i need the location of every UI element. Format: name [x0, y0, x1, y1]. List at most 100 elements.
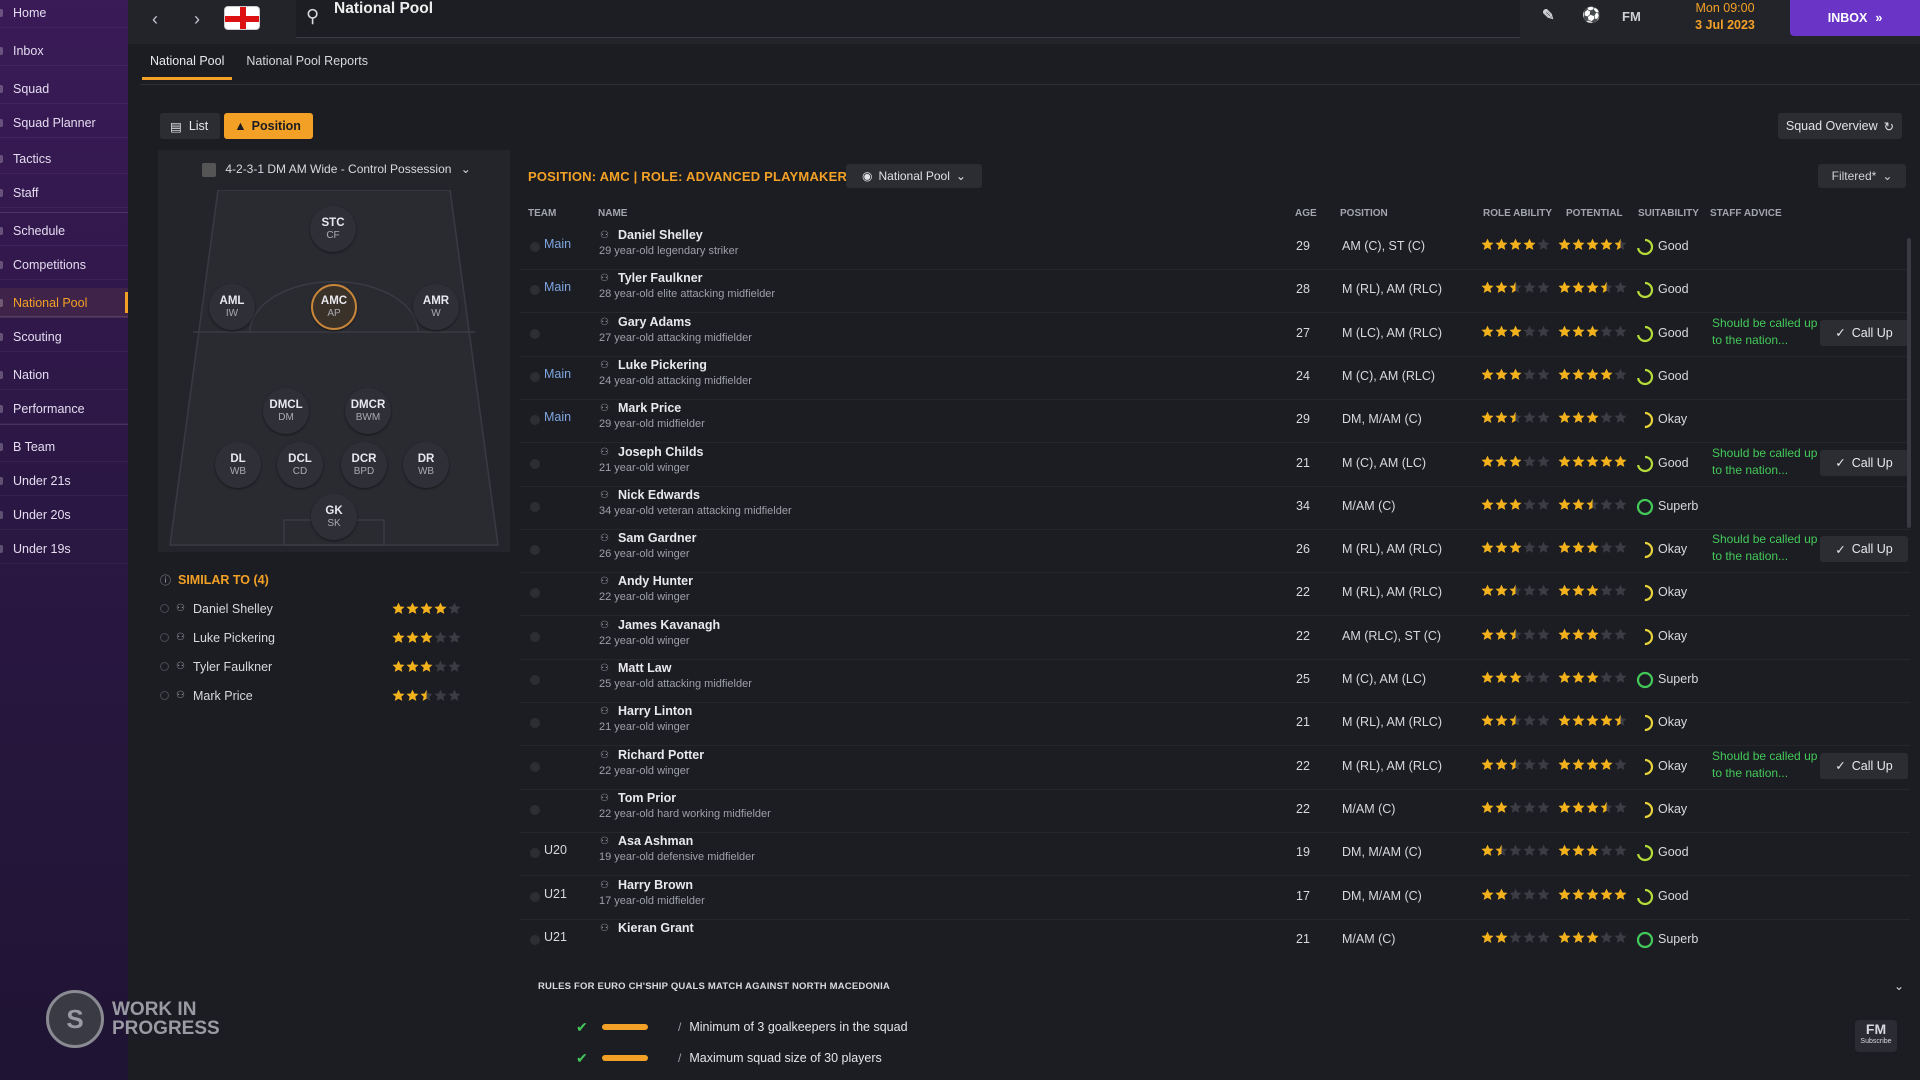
call-up-button[interactable]: ✓ Call Up — [1820, 752, 1908, 779]
player-name[interactable]: Gary Adams — [618, 315, 691, 329]
inbox-continue-button[interactable]: INBOX » — [1790, 0, 1920, 36]
player-name[interactable]: Sam Gardner — [618, 531, 697, 545]
select-circle-icon[interactable] — [160, 604, 169, 613]
edit-pencil-icon[interactable]: ✎ — [1542, 6, 1555, 24]
select-circle-icon[interactable] — [530, 848, 540, 859]
similar-player-name[interactable]: Mark Price — [193, 689, 253, 703]
sidebar-item-home[interactable]: Home — [0, 0, 128, 28]
table-row[interactable]: U20 ⚇ Asa Ashman 19 year-old defensive midf… — [520, 833, 1910, 877]
table-row[interactable]: Main ⚇ Daniel Shelley 29 year-old legendary… — [520, 227, 1910, 270]
select-circle-icon[interactable] — [530, 242, 540, 252]
table-row[interactable]: ⚇ Matt Law 25 year-old attacking midfielde… — [520, 660, 1910, 703]
formation-position-dl[interactable]: DL WB — [215, 442, 261, 488]
table-row[interactable]: ⚇ James Kavanagh 22 year-old winger 22 AM (R… — [520, 617, 1910, 660]
player-name[interactable]: Harry Brown — [618, 878, 693, 892]
player-name[interactable]: Nick Edwards — [618, 488, 700, 502]
filter-dropdown[interactable]: Filtered* ⌄ — [1818, 164, 1906, 188]
fm-menu-icon[interactable]: FM — [1622, 9, 1641, 24]
player-team[interactable]: U21 — [544, 930, 567, 944]
pool-dropdown[interactable]: ◉ National Pool ⌄ — [846, 164, 982, 188]
formation-position-aml[interactable]: AML IW — [209, 284, 255, 330]
select-circle-icon[interactable] — [530, 675, 540, 685]
select-circle-icon[interactable] — [160, 691, 169, 700]
table-row[interactable]: ⚇ Andy Hunter 22 year-old winger 22 M (RL), … — [520, 573, 1910, 617]
col-position[interactable]: POSITION — [1340, 208, 1388, 219]
select-circle-icon[interactable] — [530, 545, 540, 556]
select-circle-icon[interactable] — [530, 458, 540, 469]
call-up-button[interactable]: ✓ Call Up — [1820, 319, 1908, 346]
player-name[interactable]: Luke Pickering — [618, 358, 707, 372]
similar-player-row[interactable]: ⚇ Mark Price — [158, 681, 510, 710]
similar-player-row[interactable]: ⚇ Tyler Faulkner — [158, 652, 510, 681]
player-name[interactable]: Kieran Grant — [618, 921, 694, 935]
table-scrollbar[interactable] — [1907, 238, 1911, 528]
formation-position-dmcr[interactable]: DMCR BWM — [345, 388, 391, 434]
sidebar-item-inbox[interactable]: Inbox — [0, 36, 128, 66]
select-circle-icon[interactable] — [530, 804, 540, 815]
table-row[interactable]: Main ⚇ Mark Price 29 year-old midfielder 29 D… — [520, 400, 1910, 444]
table-row[interactable]: U21 ⚇ Harry Brown 17 year-old midfielder 17 D… — [520, 877, 1910, 920]
player-name[interactable]: Mark Price — [618, 401, 681, 415]
col-staff-advice[interactable]: STAFF ADVICE — [1710, 208, 1782, 219]
select-circle-icon[interactable] — [530, 501, 540, 512]
select-circle-icon[interactable] — [530, 934, 540, 945]
player-name[interactable]: Asa Ashman — [618, 834, 693, 848]
formation-position-dcl[interactable]: DCL CD — [277, 442, 323, 488]
select-circle-icon[interactable] — [530, 415, 540, 426]
sidebar-item-squad-planner[interactable]: Squad Planner — [0, 108, 128, 138]
col-suitability[interactable]: SUITABILITY — [1638, 208, 1699, 219]
player-team[interactable]: Main — [544, 367, 571, 381]
similar-player-name[interactable]: Daniel Shelley — [193, 602, 273, 616]
formation-position-stc[interactable]: STC CF — [310, 206, 356, 252]
game-date[interactable]: Mon 09:00 3 Jul 2023 — [1680, 0, 1770, 40]
select-circle-icon[interactable] — [530, 761, 540, 772]
player-team[interactable]: Main — [544, 280, 571, 294]
table-row[interactable]: ⚇ Richard Potter 22 year-old winger 22 M (RL… — [520, 747, 1910, 790]
formation-position-dcr[interactable]: DCR BPD — [341, 442, 387, 488]
search-bar[interactable]: ⚲ National Pool — [296, 0, 1520, 38]
sidebar-item-under-19s[interactable]: Under 19s — [0, 534, 128, 564]
formation-position-dr[interactable]: DR WB — [403, 442, 449, 488]
player-name[interactable]: James Kavanagh — [618, 618, 720, 632]
back-arrow-icon[interactable]: ‹ — [140, 4, 170, 34]
player-team[interactable]: Main — [544, 410, 571, 424]
list-view-button[interactable]: ▤ List — [160, 113, 221, 139]
player-name[interactable]: Daniel Shelley — [618, 228, 703, 242]
sidebar-item-nation[interactable]: Nation — [0, 360, 128, 390]
select-circle-icon[interactable] — [530, 891, 540, 902]
player-name[interactable]: Tom Prior — [618, 791, 676, 805]
col-age[interactable]: AGE — [1295, 208, 1317, 219]
call-up-button[interactable]: ✓ Call Up — [1820, 536, 1908, 563]
select-circle-icon[interactable] — [530, 718, 540, 729]
table-row[interactable]: ⚇ Sam Gardner 26 year-old winger 26 M (RL), … — [520, 530, 1910, 574]
table-row[interactable]: ⚇ Tom Prior 22 year-old hard working midfi… — [520, 790, 1910, 833]
sidebar-item-national-pool[interactable]: National Pool — [0, 288, 128, 318]
col-potential[interactable]: POTENTIAL — [1566, 208, 1623, 219]
tab-national-pool[interactable]: National Pool — [140, 50, 234, 80]
select-circle-icon[interactable] — [530, 328, 540, 339]
call-up-button[interactable]: ✓ Call Up — [1820, 449, 1908, 476]
sidebar-item-under-21s[interactable]: Under 21s — [0, 466, 128, 496]
select-circle-icon[interactable] — [160, 662, 169, 671]
player-name[interactable]: Joseph Childs — [618, 445, 703, 459]
similar-player-row[interactable]: ⚇ Luke Pickering — [158, 623, 510, 652]
sidebar-item-scouting[interactable]: Scouting — [0, 322, 128, 352]
formation-dropdown[interactable]: 4-2-3-1 DM AM Wide - Control Possession … — [202, 162, 471, 177]
player-team[interactable]: U20 — [544, 843, 567, 857]
formation-position-amr[interactable]: AMR W — [413, 284, 459, 330]
player-name[interactable]: Andy Hunter — [618, 574, 693, 588]
table-row[interactable]: U21 ⚇ Kieran Grant 21 M/AM (C) Superb — [520, 920, 1910, 952]
formation-position-dmcl[interactable]: DMCL DM — [263, 388, 309, 434]
sidebar-item-staff[interactable]: Staff — [0, 178, 128, 208]
chevron-down-icon[interactable]: ⌄ — [1894, 979, 1904, 993]
similar-player-name[interactable]: Luke Pickering — [193, 631, 275, 645]
formation-position-gk[interactable]: GK SK — [311, 494, 357, 540]
table-row[interactable]: Main ⚇ Tyler Faulkner 28 year-old elite att… — [520, 270, 1910, 314]
forward-arrow-icon[interactable]: › — [182, 4, 212, 34]
position-view-button[interactable]: ▲ Position — [224, 113, 313, 139]
sidebar-item-tactics[interactable]: Tactics — [0, 144, 128, 174]
player-name[interactable]: Tyler Faulkner — [618, 271, 703, 285]
player-name[interactable]: Harry Linton — [618, 704, 692, 718]
sidebar-item-performance[interactable]: Performance — [0, 394, 128, 424]
player-name[interactable]: Matt Law — [618, 661, 671, 675]
